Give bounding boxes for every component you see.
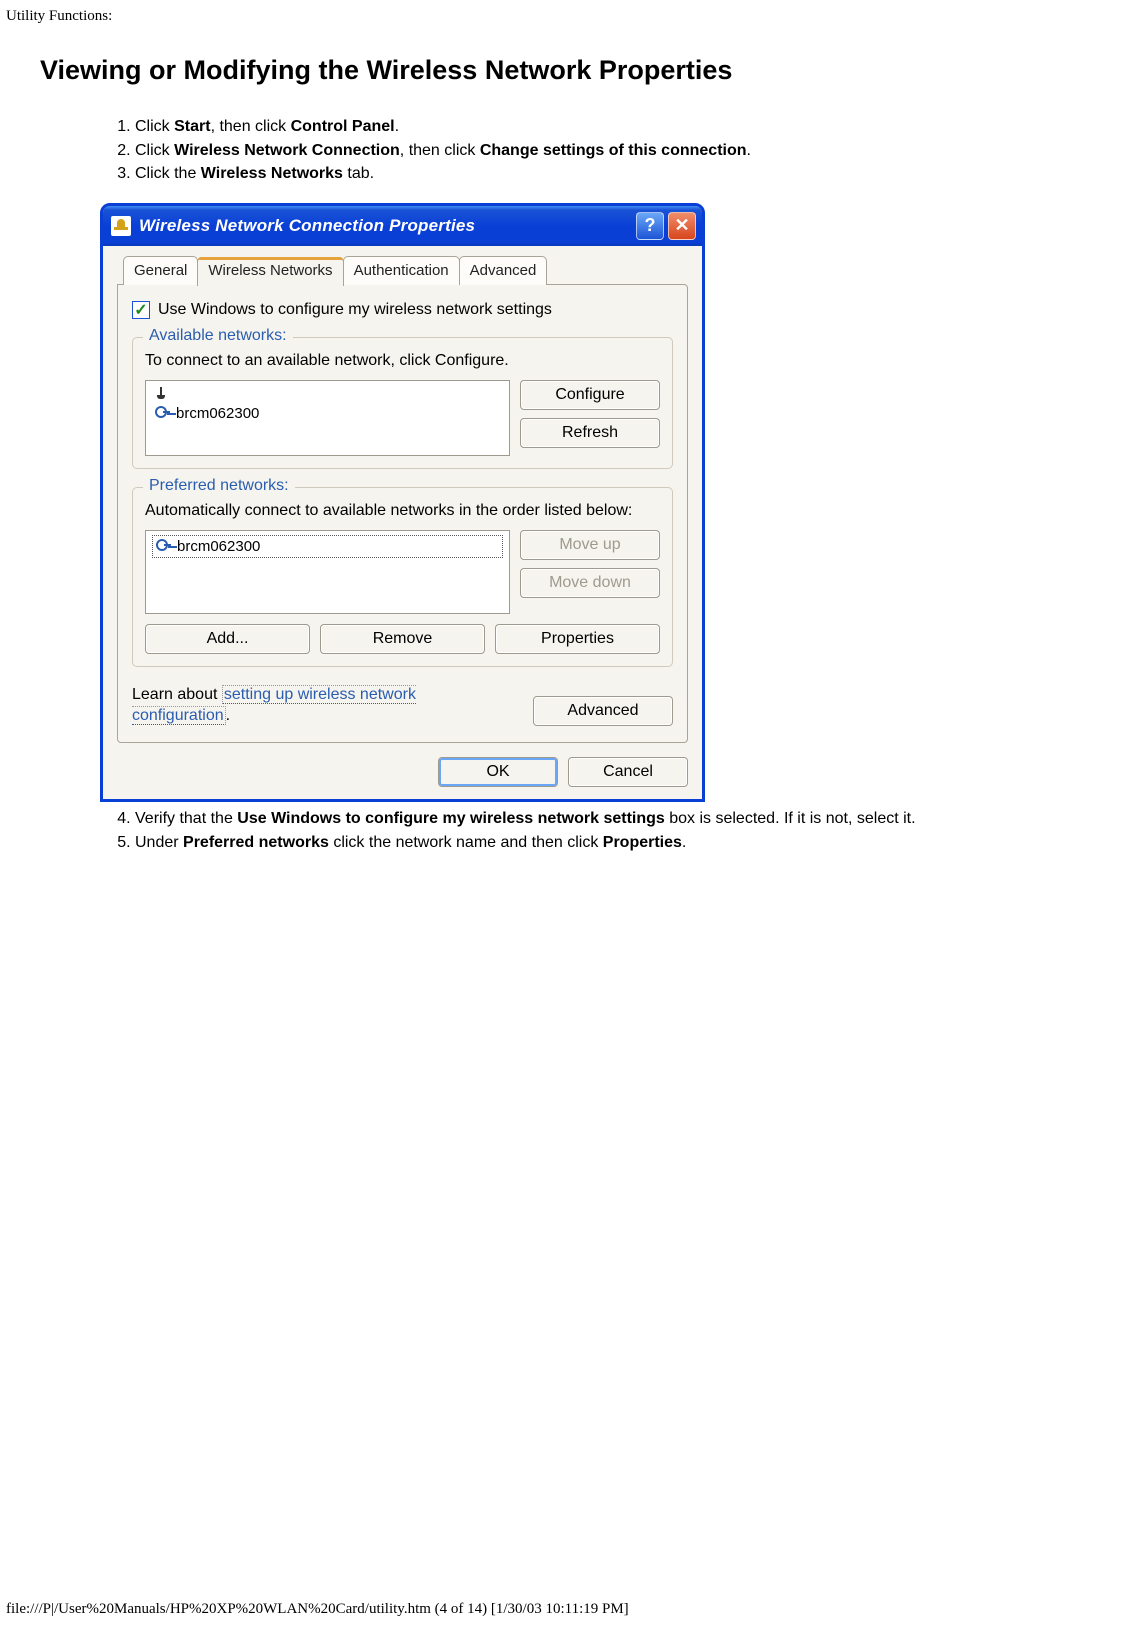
antenna-icon xyxy=(154,387,168,401)
remove-button[interactable]: Remove xyxy=(320,624,485,654)
network-key-icon xyxy=(155,538,171,554)
cancel-button[interactable]: Cancel xyxy=(568,757,688,787)
titlebar[interactable]: Wireless Network Connection Properties ?… xyxy=(103,206,702,246)
step-2: Click Wireless Network Connection, then … xyxy=(135,140,1136,162)
close-icon: ✕ xyxy=(674,215,689,236)
page-header: Utility Functions: xyxy=(0,0,1136,25)
move-down-button: Move down xyxy=(520,568,660,598)
available-networks-list[interactable]: brcm062300 xyxy=(145,380,510,456)
preferred-networks-list[interactable]: brcm062300 xyxy=(145,530,510,614)
dialog-body: General Wireless Networks Authentication… xyxy=(103,246,702,800)
tab-authentication[interactable]: Authentication xyxy=(343,256,460,285)
tab-panel: ✓ Use Windows to configure my wireless n… xyxy=(117,284,688,744)
tab-wireless-networks[interactable]: Wireless Networks xyxy=(197,257,343,286)
tab-general[interactable]: General xyxy=(123,256,198,285)
checkbox-icon[interactable]: ✓ xyxy=(132,301,150,319)
configure-button[interactable]: Configure xyxy=(520,380,660,410)
preferred-networks-desc: Automatically connect to available netwo… xyxy=(145,502,660,520)
properties-button[interactable]: Properties xyxy=(495,624,660,654)
dialog-footer: OK Cancel xyxy=(117,743,688,787)
available-networks-group: Available networks: To connect to an ava… xyxy=(132,337,673,469)
preferred-networks-group: Preferred networks: Automatically connec… xyxy=(132,487,673,667)
page-footer: file:///P|/User%20Manuals/HP%20XP%20WLAN… xyxy=(6,1601,629,1618)
available-networks-desc: To connect to an available network, clic… xyxy=(145,352,660,370)
learn-pre: Learn about xyxy=(132,686,222,703)
properties-dialog: Wireless Network Connection Properties ?… xyxy=(100,203,705,803)
network-name: brcm062300 xyxy=(177,538,260,555)
step-4: Verify that the Use Windows to configure… xyxy=(135,808,1136,830)
learn-row: Learn about setting up wireless network … xyxy=(132,685,673,727)
step-5: Under Preferred networks click the netwo… xyxy=(135,832,1136,854)
refresh-button[interactable]: Refresh xyxy=(520,418,660,448)
checkbox-label: Use Windows to configure my wireless net… xyxy=(158,301,552,319)
preferred-networks-title: Preferred networks: xyxy=(143,477,295,495)
advanced-button[interactable]: Advanced xyxy=(533,696,673,726)
available-networks-title: Available networks: xyxy=(143,327,293,345)
step-3: Click the Wireless Networks tab. xyxy=(135,163,1136,185)
add-button[interactable]: Add... xyxy=(145,624,310,654)
learn-post: . xyxy=(226,707,230,724)
step-1: Click Start, then click Control Panel. xyxy=(135,116,1136,138)
network-key-icon xyxy=(154,405,170,421)
tab-advanced[interactable]: Advanced xyxy=(459,256,548,285)
app-icon xyxy=(111,216,131,236)
move-up-button: Move up xyxy=(520,530,660,560)
step-list-continued: Verify that the Use Windows to configure… xyxy=(40,808,1136,853)
use-windows-checkbox-row[interactable]: ✓ Use Windows to configure my wireless n… xyxy=(132,301,673,319)
ok-button[interactable]: OK xyxy=(438,757,558,787)
tab-strip: General Wireless Networks Authentication… xyxy=(117,256,688,285)
list-item[interactable] xyxy=(152,385,503,403)
network-name: brcm062300 xyxy=(176,405,259,422)
list-item[interactable]: brcm062300 xyxy=(152,535,503,558)
step-list: Click Start, then click Control Panel. C… xyxy=(40,116,1136,185)
page-title: Viewing or Modifying the Wireless Networ… xyxy=(40,55,1136,86)
document-content: Viewing or Modifying the Wireless Networ… xyxy=(0,25,1136,854)
list-item[interactable]: brcm062300 xyxy=(152,403,503,424)
help-button[interactable]: ? xyxy=(636,212,664,240)
window-title: Wireless Network Connection Properties xyxy=(139,216,632,236)
close-button[interactable]: ✕ xyxy=(668,212,696,240)
